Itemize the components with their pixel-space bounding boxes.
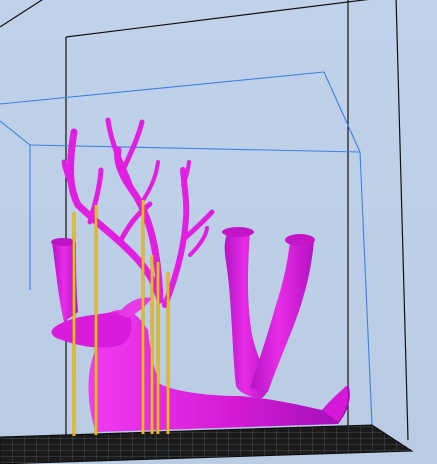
deer-hoof-left bbox=[222, 227, 254, 237]
support-pillar bbox=[94, 205, 98, 435]
build-plate bbox=[0, 424, 414, 464]
deer-hoof-right bbox=[285, 234, 315, 246]
support-pillar bbox=[166, 272, 170, 434]
support-pillar bbox=[150, 255, 154, 434]
3d-print-preview-viewport[interactable] bbox=[0, 0, 437, 464]
support-pillar bbox=[156, 262, 160, 434]
support-pillar bbox=[141, 200, 145, 434]
scene-canvas[interactable] bbox=[0, 0, 437, 464]
support-pillar bbox=[72, 212, 76, 436]
deer-leg-right bbox=[250, 235, 314, 392]
